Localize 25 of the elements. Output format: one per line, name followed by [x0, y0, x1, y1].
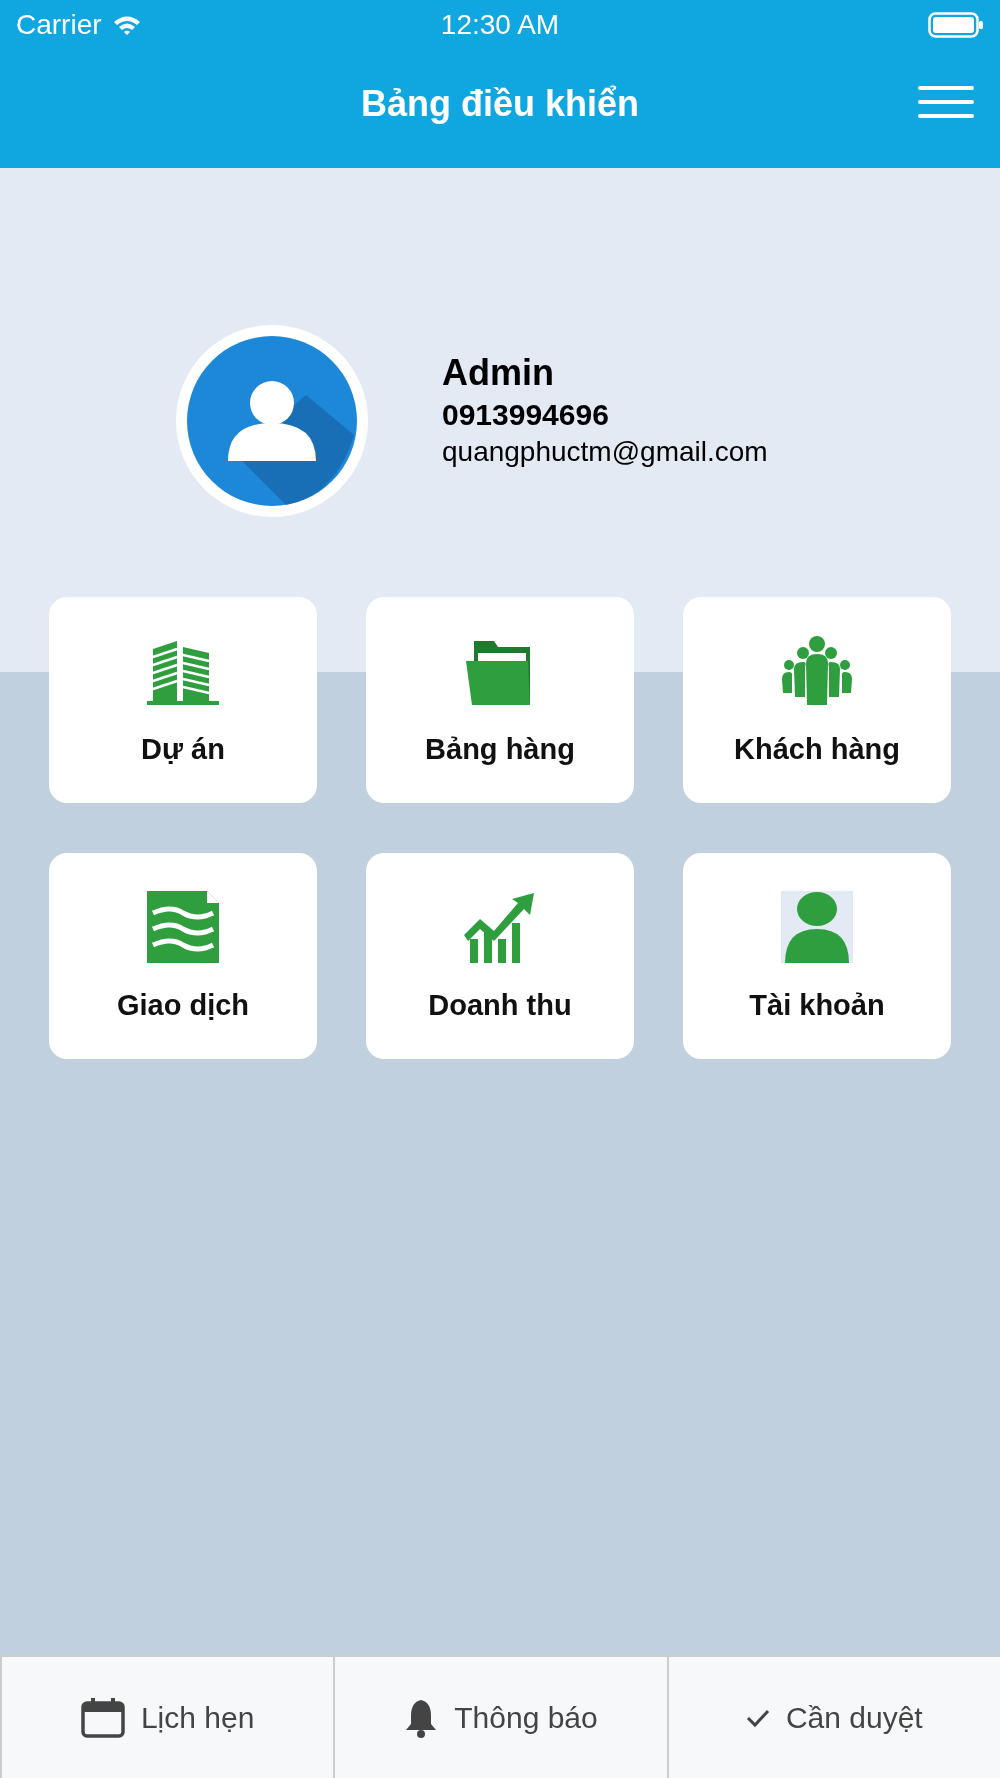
people-icon [781, 634, 853, 707]
menu-tile[interactable]: Tài khoản [683, 853, 951, 1059]
menu-tile[interactable]: Dự án [49, 597, 317, 803]
menu-tile[interactable]: Doanh thu [366, 853, 634, 1059]
user-email: quangphuctm@gmail.com [442, 436, 768, 468]
user-phone: 0913994696 [442, 398, 610, 432]
menu-tile[interactable]: Giao dịch [49, 853, 317, 1059]
document-icon [147, 890, 219, 963]
avatar-icon [176, 325, 368, 517]
tab-button[interactable]: Thông báo [333, 1657, 667, 1778]
bell-icon [404, 1697, 439, 1738]
tab-button[interactable]: Cần duyệt [666, 1657, 1000, 1778]
check-icon [745, 1707, 770, 1728]
status-time: 12:30 AM [440, 9, 560, 41]
battery-icon [928, 12, 984, 38]
screen-title: Bảng điều khiển [360, 83, 639, 125]
menu-icon[interactable] [918, 84, 974, 120]
tab-button[interactable]: Lịch hẹn [0, 1657, 334, 1778]
carrier-name: Carrier [16, 9, 102, 41]
chart-icon [464, 890, 536, 963]
calendar-icon [80, 1697, 125, 1738]
user-name: Admin [442, 352, 555, 394]
menu-tile[interactable]: Khách hàng [683, 597, 951, 803]
menu-tile[interactable]: Bảng hàng [366, 597, 634, 803]
person-icon [781, 890, 853, 963]
